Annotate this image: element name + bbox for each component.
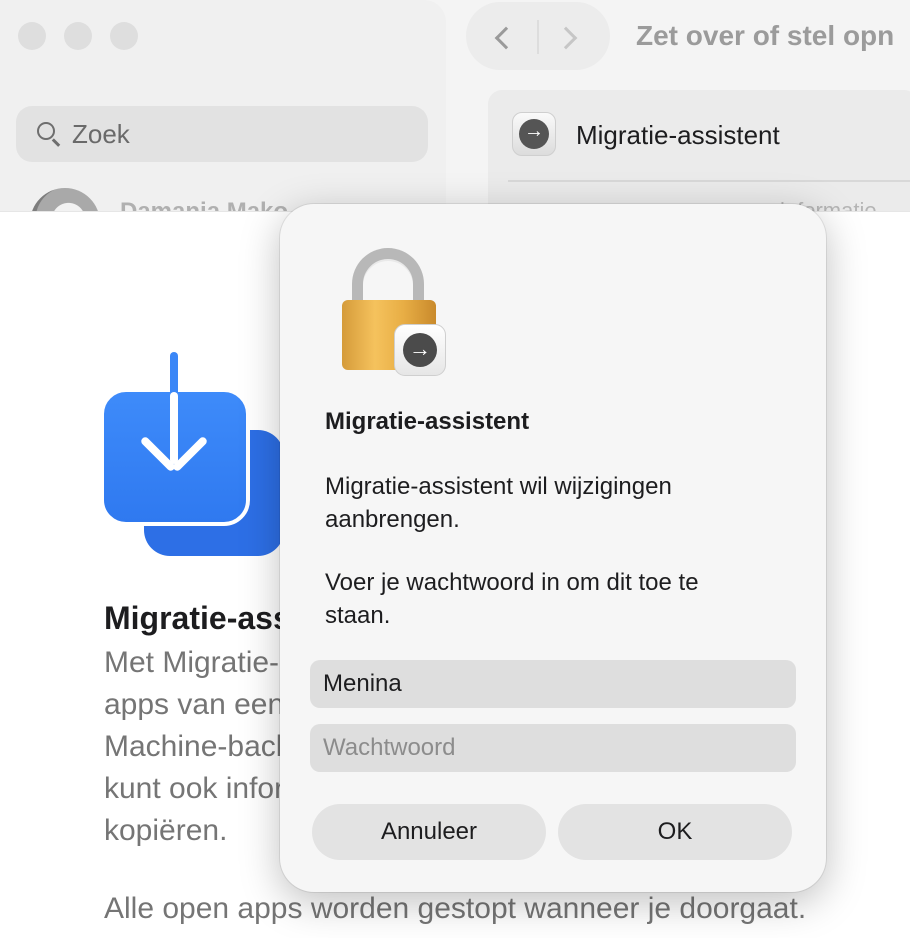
close-window-button[interactable]	[18, 22, 46, 50]
username-field[interactable]	[310, 660, 796, 708]
search-icon	[36, 121, 62, 147]
window-title: Zet over of stel opn	[636, 20, 895, 51]
back-button[interactable]	[488, 22, 518, 52]
migration-footer-note: Alle open apps worden gestopt wanneer je…	[104, 892, 807, 925]
dialog-prompt: Voer je wachtwoord in om dit toe te staa…	[325, 569, 699, 629]
zoom-window-button[interactable]	[110, 22, 138, 50]
search-placeholder: Zoek	[72, 118, 130, 149]
user-name: Damania Mako	[120, 198, 289, 212]
cancel-button[interactable]: Annuleer	[312, 804, 546, 860]
forward-chevron-icon	[554, 26, 578, 50]
password-field[interactable]	[310, 724, 796, 772]
nav-divider	[537, 20, 539, 54]
avatar	[30, 188, 100, 212]
migration-assistant-icon	[394, 324, 446, 376]
sidebar-user-account[interactable]: Damania Mako	[30, 188, 330, 212]
migration-assistant-icon	[512, 112, 556, 156]
minimize-window-button[interactable]	[64, 22, 92, 50]
dialog-title: Migratie-assistent	[325, 408, 530, 435]
search-field[interactable]: Zoek	[16, 106, 428, 162]
row-divider	[508, 180, 910, 182]
authentication-dialog: Migratie-assistent Migratie-assistent wi…	[280, 204, 826, 892]
settings-row-label[interactable]: Migratie-assistent	[576, 120, 780, 151]
migration-download-icon	[100, 352, 284, 558]
settings-window: Zoek Damania Mako Zet over of stel opn M…	[0, 0, 910, 220]
navigation-controls	[466, 2, 610, 70]
dialog-message: Migratie-assistent wil wijzigingen aanbr…	[325, 473, 672, 533]
forward-button[interactable]	[554, 22, 588, 52]
ok-button[interactable]: OK	[558, 804, 792, 860]
back-chevron-icon	[494, 26, 518, 50]
sidebar: Zoek Damania Mako	[0, 0, 446, 212]
lock-icon	[342, 248, 452, 376]
